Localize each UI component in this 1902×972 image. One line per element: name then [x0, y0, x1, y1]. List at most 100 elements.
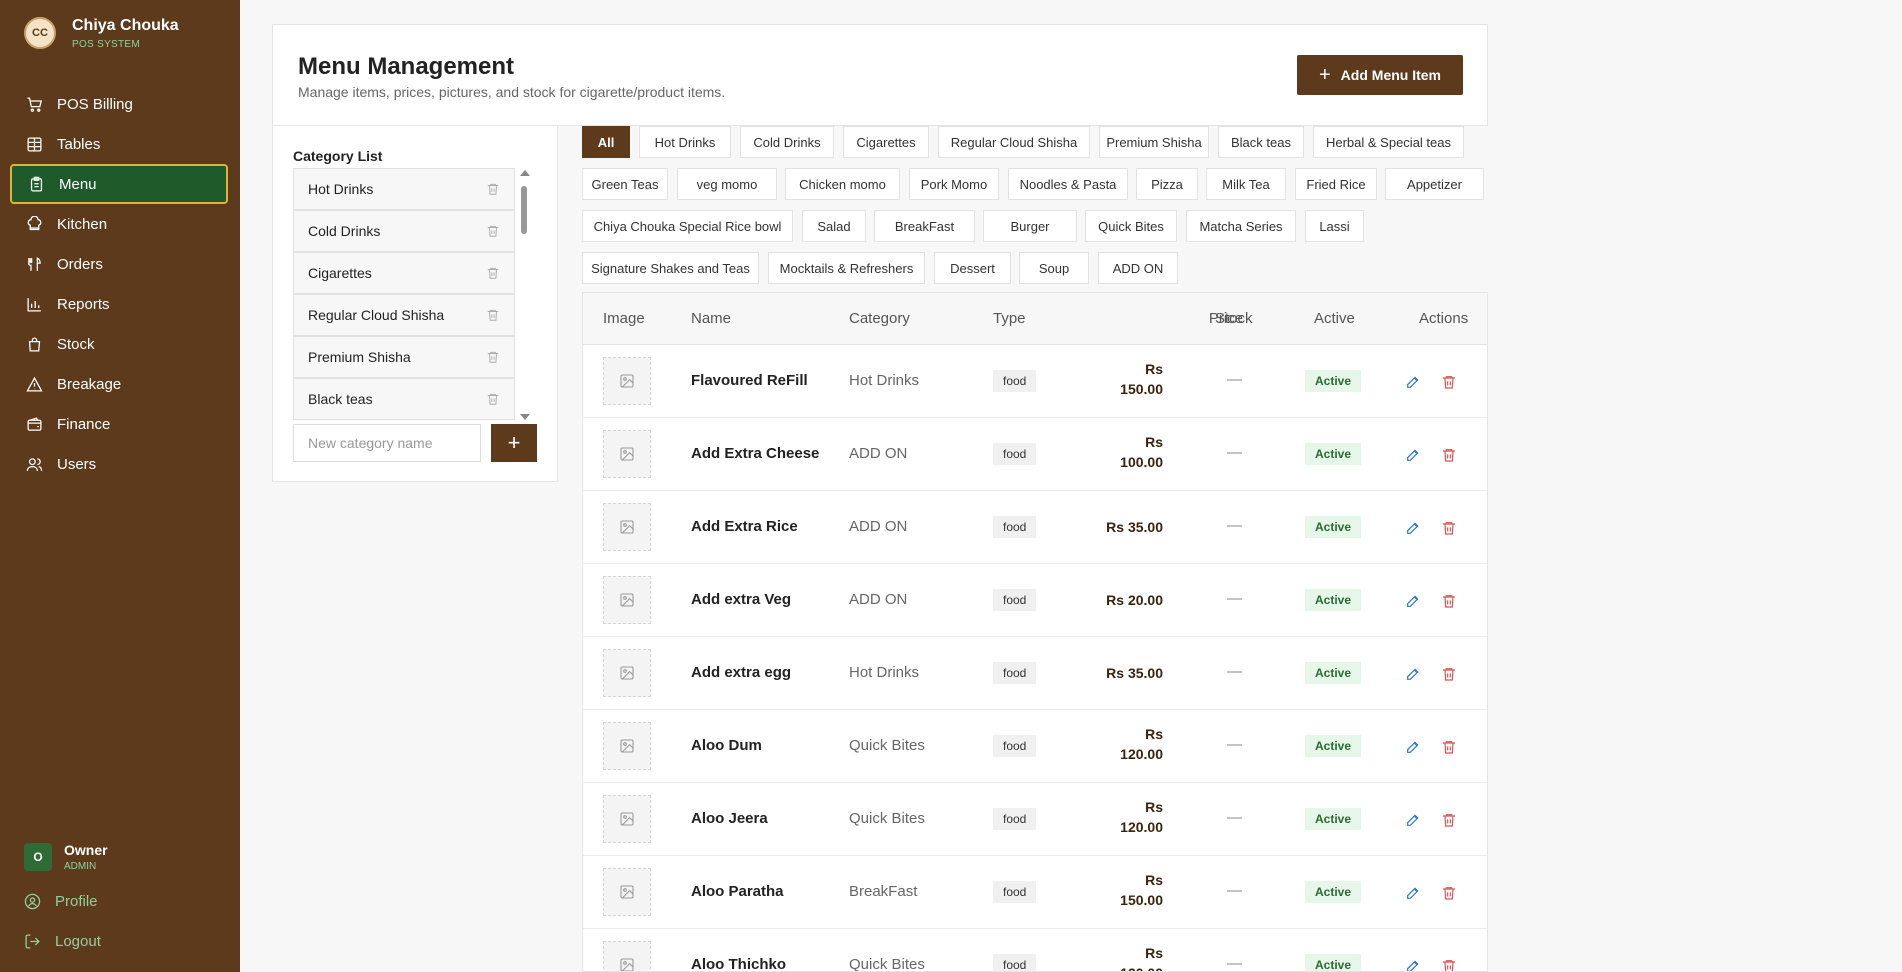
filter-chip[interactable]: Quick Bites	[1085, 210, 1177, 242]
sidebar-item-finance[interactable]: Finance	[10, 404, 228, 444]
profile-link[interactable]: Profile	[24, 893, 98, 910]
filter-chip[interactable]: Burger	[983, 210, 1077, 242]
add-menu-item-button[interactable]: + Add Menu Item	[1297, 55, 1463, 95]
filter-chip[interactable]: Matcha Series	[1186, 210, 1296, 242]
category-list[interactable]: Hot Drinks Cold Drinks Cigarettes Regular C…	[293, 168, 515, 420]
scroll-thumb[interactable]	[521, 186, 527, 234]
delete-button[interactable]	[1441, 812, 1457, 828]
status-badge[interactable]: Active	[1305, 516, 1362, 538]
delete-button[interactable]	[1441, 958, 1457, 971]
sidebar-item-breakage[interactable]: Breakage	[10, 364, 228, 404]
category-list-item[interactable]: Cigarettes	[293, 252, 515, 294]
new-category-input[interactable]	[293, 424, 481, 462]
edit-button[interactable]	[1405, 812, 1421, 828]
item-image-placeholder[interactable]	[603, 430, 651, 478]
filter-chip[interactable]: Black teas	[1218, 126, 1304, 158]
filter-chip[interactable]: Mocktails & Refreshers	[768, 252, 925, 284]
filter-chip[interactable]: All	[582, 126, 630, 158]
table-row[interactable]: Add extra Veg ADD ON food Rs 20.00 — Active	[583, 564, 1487, 637]
filter-chip[interactable]: BreakFast	[874, 210, 975, 242]
item-image-placeholder[interactable]	[603, 795, 651, 843]
logout-link[interactable]: Logout	[24, 933, 101, 950]
item-image-placeholder[interactable]	[603, 357, 651, 405]
item-image-placeholder[interactable]	[603, 722, 651, 770]
filter-chip[interactable]: Dessert	[934, 252, 1011, 284]
table-row[interactable]: Add Extra Cheese ADD ON food Rs 100.00 — Activ…	[583, 418, 1487, 491]
filter-chip[interactable]: Cold Drinks	[740, 126, 834, 158]
filter-chip[interactable]: Premium Shisha	[1099, 126, 1209, 158]
trash-icon[interactable]	[486, 224, 500, 238]
status-badge[interactable]: Active	[1305, 881, 1362, 903]
delete-button[interactable]	[1441, 593, 1457, 609]
filter-chip[interactable]: ADD ON	[1098, 252, 1178, 284]
filter-chip[interactable]: Chicken momo	[785, 168, 900, 200]
item-image-placeholder[interactable]	[603, 576, 651, 624]
sidebar-item-tables[interactable]: Tables	[10, 124, 228, 164]
edit-button[interactable]	[1405, 593, 1421, 609]
sidebar-item-orders[interactable]: Orders	[10, 244, 228, 284]
filter-chip[interactable]: Lassi	[1305, 210, 1364, 242]
delete-button[interactable]	[1441, 520, 1457, 536]
sidebar-item-pos-billing[interactable]: POS Billing	[10, 84, 228, 124]
sidebar-item-kitchen[interactable]: Kitchen	[10, 204, 228, 244]
delete-button[interactable]	[1441, 885, 1457, 901]
edit-button[interactable]	[1405, 374, 1421, 390]
table-row[interactable]: Aloo Paratha BreakFast food Rs 150.00 — Active	[583, 856, 1487, 929]
filter-chip[interactable]: Green Teas	[582, 168, 668, 200]
filter-chip[interactable]: Regular Cloud Shisha	[938, 126, 1090, 158]
filter-chip[interactable]: Salad	[802, 210, 866, 242]
trash-icon[interactable]	[486, 350, 500, 364]
status-badge[interactable]: Active	[1305, 954, 1362, 971]
filter-chip[interactable]: Appetizer	[1385, 168, 1484, 200]
filter-chip[interactable]: Pizza	[1136, 168, 1198, 200]
filter-chip[interactable]: Cigarettes	[843, 126, 929, 158]
trash-icon[interactable]	[486, 308, 500, 322]
filter-chip[interactable]: Pork Momo	[909, 168, 999, 200]
edit-button[interactable]	[1405, 666, 1421, 682]
edit-button[interactable]	[1405, 520, 1421, 536]
filter-chip[interactable]: Chiya Chouka Special Rice bowl	[582, 210, 793, 242]
filter-chip[interactable]: Noodles & Pasta	[1008, 168, 1128, 200]
filter-chip[interactable]: Soup	[1019, 252, 1089, 284]
category-list-item[interactable]: Premium Shisha	[293, 336, 515, 378]
category-list-item[interactable]: Cold Drinks	[293, 210, 515, 252]
status-badge[interactable]: Active	[1305, 808, 1362, 830]
filter-chip[interactable]: veg momo	[677, 168, 777, 200]
trash-icon[interactable]	[486, 392, 500, 406]
sidebar-item-reports[interactable]: Reports	[10, 284, 228, 324]
edit-button[interactable]	[1405, 958, 1421, 971]
category-scrollbar[interactable]	[519, 168, 530, 420]
add-category-button[interactable]: +	[491, 424, 537, 462]
status-badge[interactable]: Active	[1305, 735, 1362, 757]
filter-chip[interactable]: Milk Tea	[1206, 168, 1286, 200]
sidebar-item-users[interactable]: Users	[10, 444, 228, 484]
edit-button[interactable]	[1405, 885, 1421, 901]
filter-chip[interactable]: Herbal & Special teas	[1313, 126, 1464, 158]
table-row[interactable]: Aloo Dum Quick Bites food Rs 120.00 — Active	[583, 710, 1487, 783]
table-row[interactable]: Aloo Thichko Quick Bites food Rs 120.00 — Acti…	[583, 929, 1487, 971]
category-list-item[interactable]: Black teas	[293, 378, 515, 420]
status-badge[interactable]: Active	[1305, 443, 1362, 465]
scroll-up-icon[interactable]	[520, 170, 530, 176]
sidebar-item-menu[interactable]: Menu	[10, 164, 228, 204]
sidebar-item-stock[interactable]: Stock	[10, 324, 228, 364]
scroll-down-icon[interactable]	[520, 414, 530, 420]
filter-chip[interactable]: Fried Rice	[1295, 168, 1377, 200]
table-row[interactable]: Aloo Jeera Quick Bites food Rs 120.00 — Active	[583, 783, 1487, 856]
filter-chip[interactable]: Hot Drinks	[639, 126, 731, 158]
filter-chip[interactable]: Signature Shakes and Teas	[582, 252, 759, 284]
status-badge[interactable]: Active	[1305, 662, 1362, 684]
edit-button[interactable]	[1405, 739, 1421, 755]
trash-icon[interactable]	[486, 182, 500, 196]
table-row[interactable]: Add extra egg Hot Drinks food Rs 35.00 — Acti…	[583, 637, 1487, 710]
delete-button[interactable]	[1441, 739, 1457, 755]
status-badge[interactable]: Active	[1305, 589, 1362, 611]
item-image-placeholder[interactable]	[603, 941, 651, 971]
item-image-placeholder[interactable]	[603, 503, 651, 551]
delete-button[interactable]	[1441, 374, 1457, 390]
table-row[interactable]: Flavoured ReFill Hot Drinks food Rs 150.00 — A…	[583, 345, 1487, 418]
category-list-item[interactable]: Hot Drinks	[293, 168, 515, 210]
status-badge[interactable]: Active	[1305, 370, 1362, 392]
item-image-placeholder[interactable]	[603, 649, 651, 697]
category-list-item[interactable]: Regular Cloud Shisha	[293, 294, 515, 336]
